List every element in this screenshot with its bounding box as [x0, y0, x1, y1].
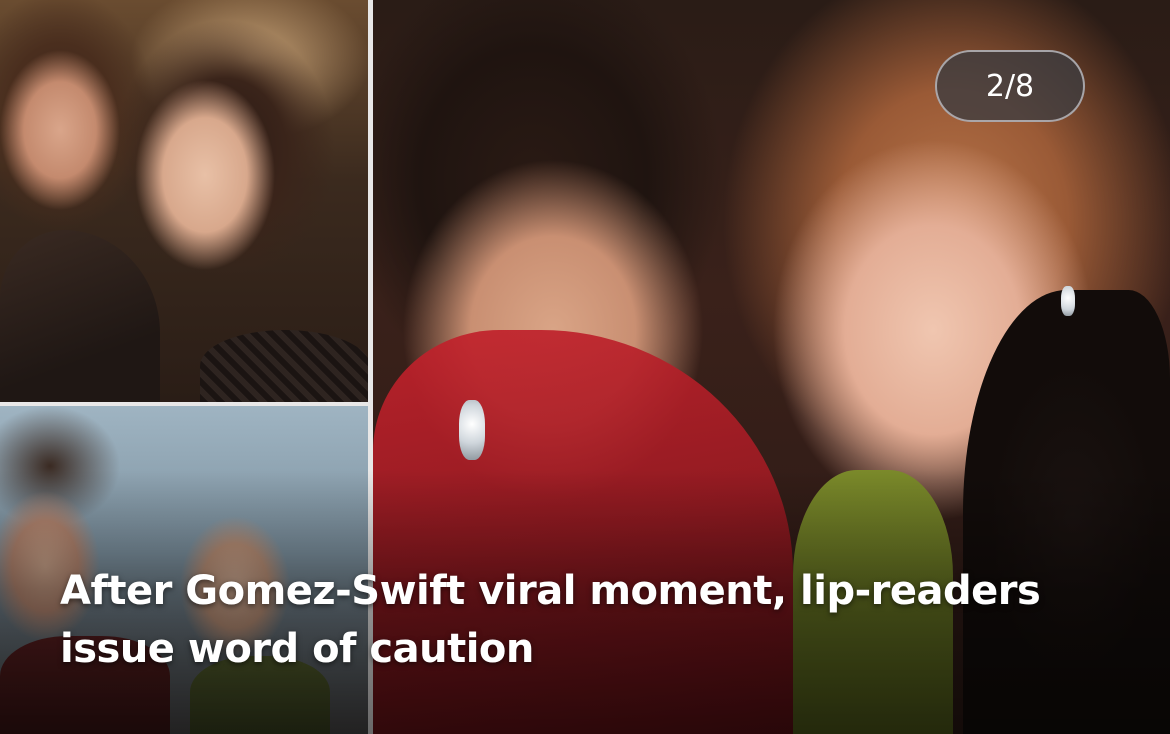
article-headline[interactable]: After Gomez-Swift viral moment, lip-read… [60, 562, 1110, 678]
photo-lace-dress [200, 330, 368, 402]
photo-couple-dinner [0, 0, 368, 402]
photo-jacket [0, 230, 160, 402]
slideshow-card[interactable]: 2/8 After Gomez-Swift viral moment, lip-… [0, 0, 1170, 734]
photo-earring [1061, 286, 1075, 316]
photo-earring [459, 400, 485, 460]
slide-counter-badge: 2/8 [935, 50, 1085, 122]
collage-divider-horizontal [0, 402, 368, 406]
